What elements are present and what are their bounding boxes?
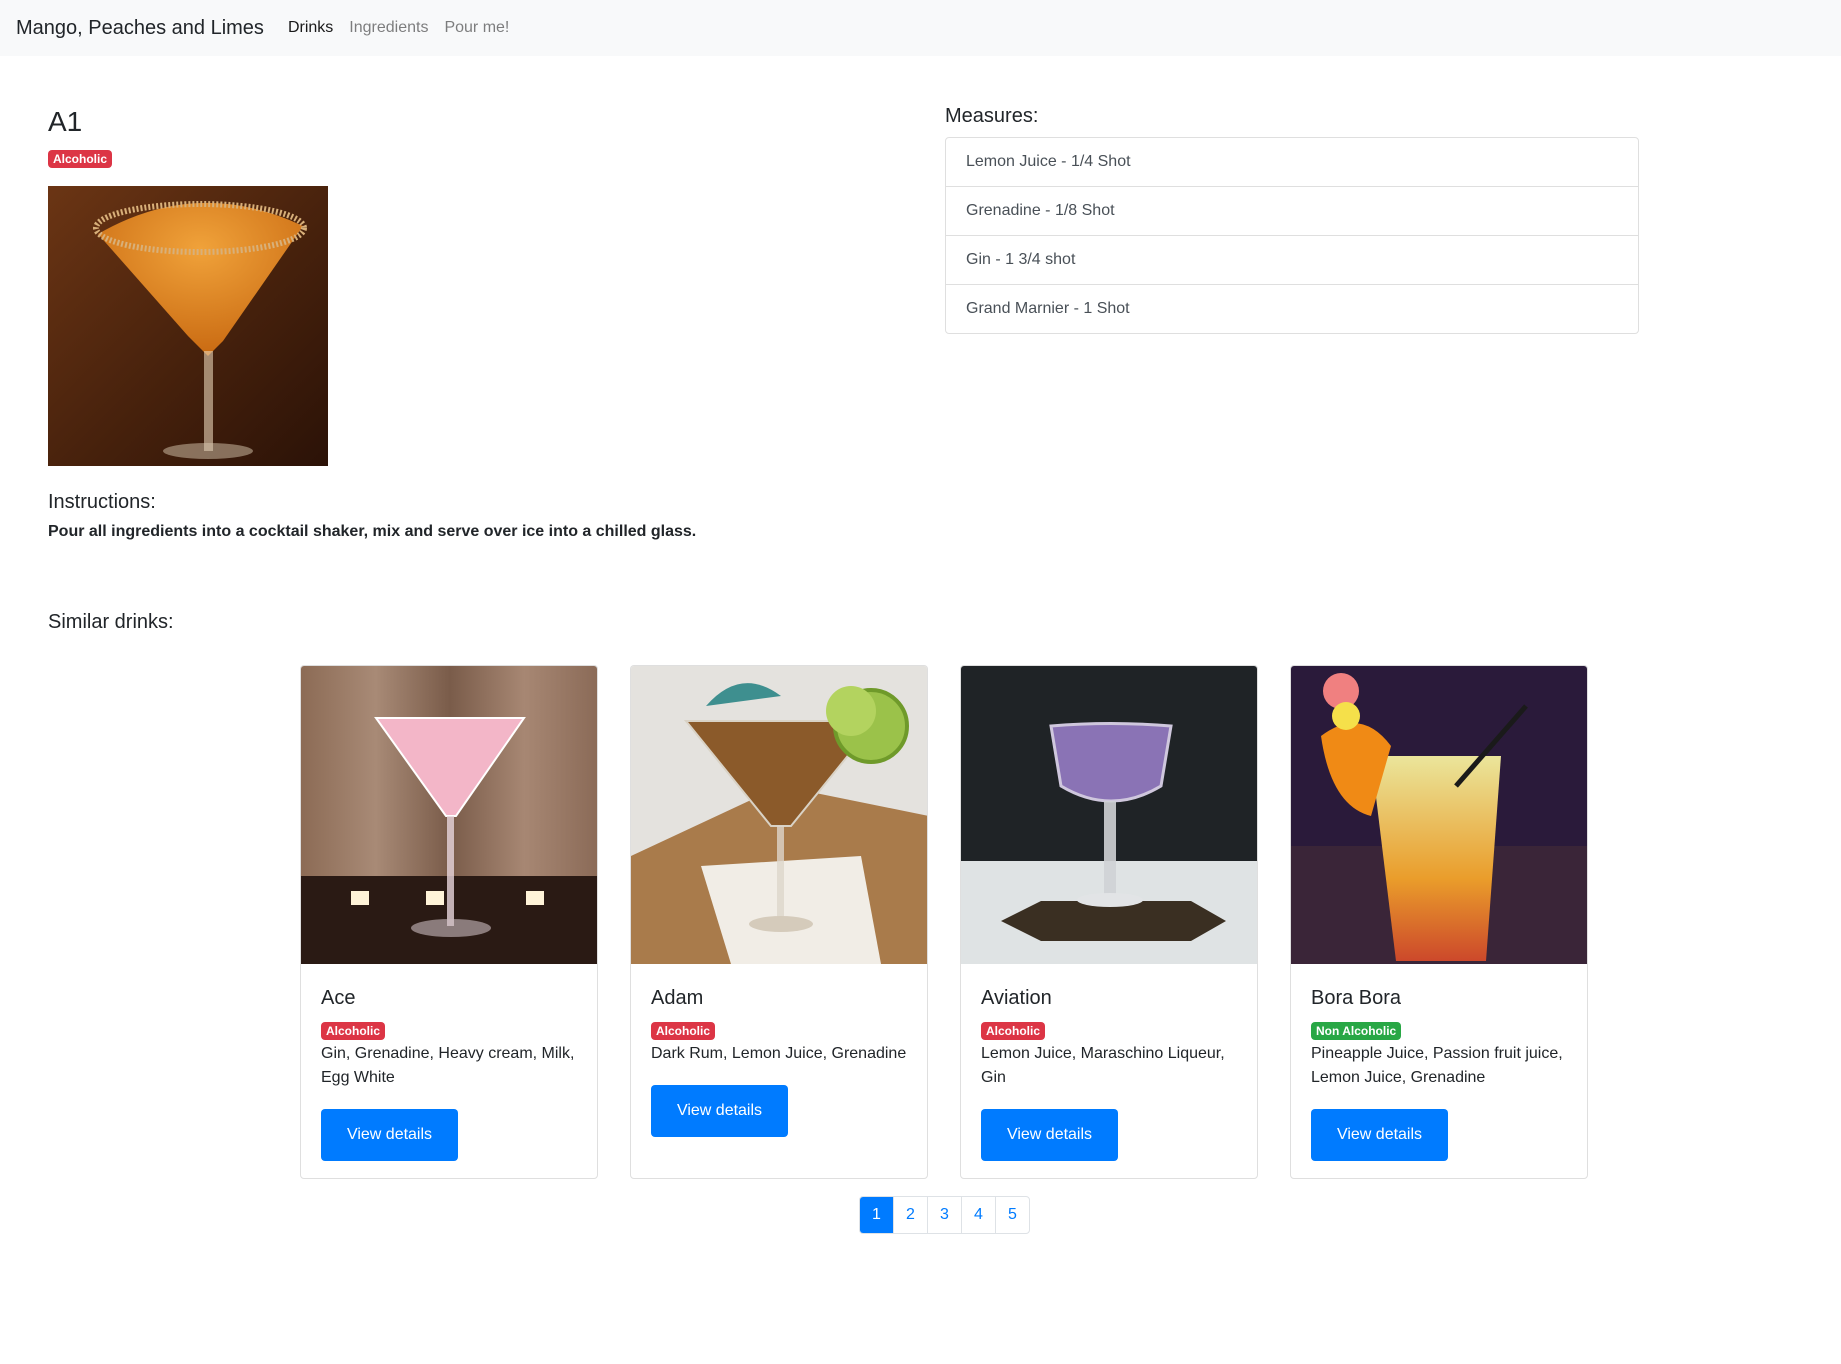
- card-title: Bora Bora: [1311, 987, 1402, 1009]
- instructions-heading: Instructions:: [48, 491, 156, 513]
- card-badge: Alcoholic: [651, 1022, 716, 1040]
- view-details-button[interactable]: View details: [651, 1085, 788, 1137]
- card-title: Aviation: [981, 987, 1052, 1009]
- view-details-button[interactable]: View details: [1311, 1109, 1448, 1161]
- drink-title: A1: [48, 106, 83, 137]
- card-title: Adam: [651, 987, 704, 1009]
- drink-type-badge: Alcoholic: [48, 150, 113, 168]
- drink-card-adam: Adam Alcoholic Dark Rum, Lemon Juice, Gr…: [630, 665, 928, 1179]
- nav-drinks[interactable]: Drinks: [288, 19, 333, 37]
- card-badge: Non Alcoholic: [1311, 1022, 1402, 1040]
- measure-item: Gin - 1 3/4 shot: [946, 236, 1638, 285]
- aviation-drink-image: [961, 666, 1257, 964]
- measures-list: Lemon Juice - 1/4 Shot Grenadine - 1/8 S…: [945, 137, 1639, 334]
- measure-item: Grenadine - 1/8 Shot: [946, 187, 1638, 236]
- drink-card-aviation: Aviation Alcoholic Lemon Juice, Maraschi…: [960, 665, 1258, 1179]
- instructions-text: Pour all ingredients into a cocktail sha…: [48, 523, 697, 540]
- view-details-button[interactable]: View details: [981, 1109, 1118, 1161]
- nav-ingredients[interactable]: Ingredients: [349, 19, 428, 37]
- measure-item: Lemon Juice - 1/4 Shot: [946, 138, 1638, 187]
- card-badge: Alcoholic: [981, 1022, 1046, 1040]
- page-4[interactable]: 4: [961, 1197, 995, 1233]
- ace-drink-image: [301, 666, 597, 964]
- brand-link[interactable]: Mango, Peaches and Limes: [16, 17, 264, 40]
- navbar: Mango, Peaches and Limes Drinks Ingredie…: [0, 0, 1841, 56]
- drink-image: [48, 186, 328, 466]
- pagination: 1 2 3 4 5: [859, 1196, 1030, 1234]
- card-ingredients: Dark Rum, Lemon Juice, Grenadine: [651, 1045, 907, 1062]
- bora-bora-drink-image: [1291, 666, 1587, 964]
- measure-item: Grand Marnier - 1 Shot: [966, 300, 1130, 317]
- card-title: Ace: [321, 987, 356, 1009]
- page-1[interactable]: 1: [860, 1197, 893, 1233]
- nav-pour-me[interactable]: Pour me!: [444, 19, 509, 37]
- drink-card-ace: Ace Alcoholic Gin, Grenadine, Heavy crea…: [300, 665, 598, 1179]
- drink-card-bora-bora: Bora Bora Non Alcoholic Pineapple Juice,…: [1290, 665, 1588, 1179]
- adam-drink-image: [631, 666, 927, 964]
- card-badge: Alcoholic: [321, 1022, 386, 1040]
- card-ingredients: Lemon Juice, Maraschino Liqueur, Gin: [981, 1045, 1225, 1086]
- card-ingredients: Pineapple Juice, Passion fruit juice, Le…: [1311, 1045, 1563, 1086]
- card-ingredients: Gin, Grenadine, Heavy cream, Milk, Egg W…: [321, 1045, 575, 1086]
- similar-drinks-heading: Similar drinks:: [48, 611, 174, 633]
- page-2[interactable]: 2: [893, 1197, 927, 1233]
- measures-heading: Measures:: [945, 105, 1039, 127]
- page-5[interactable]: 5: [995, 1197, 1029, 1233]
- page-3[interactable]: 3: [927, 1197, 961, 1233]
- view-details-button[interactable]: View details: [321, 1109, 458, 1161]
